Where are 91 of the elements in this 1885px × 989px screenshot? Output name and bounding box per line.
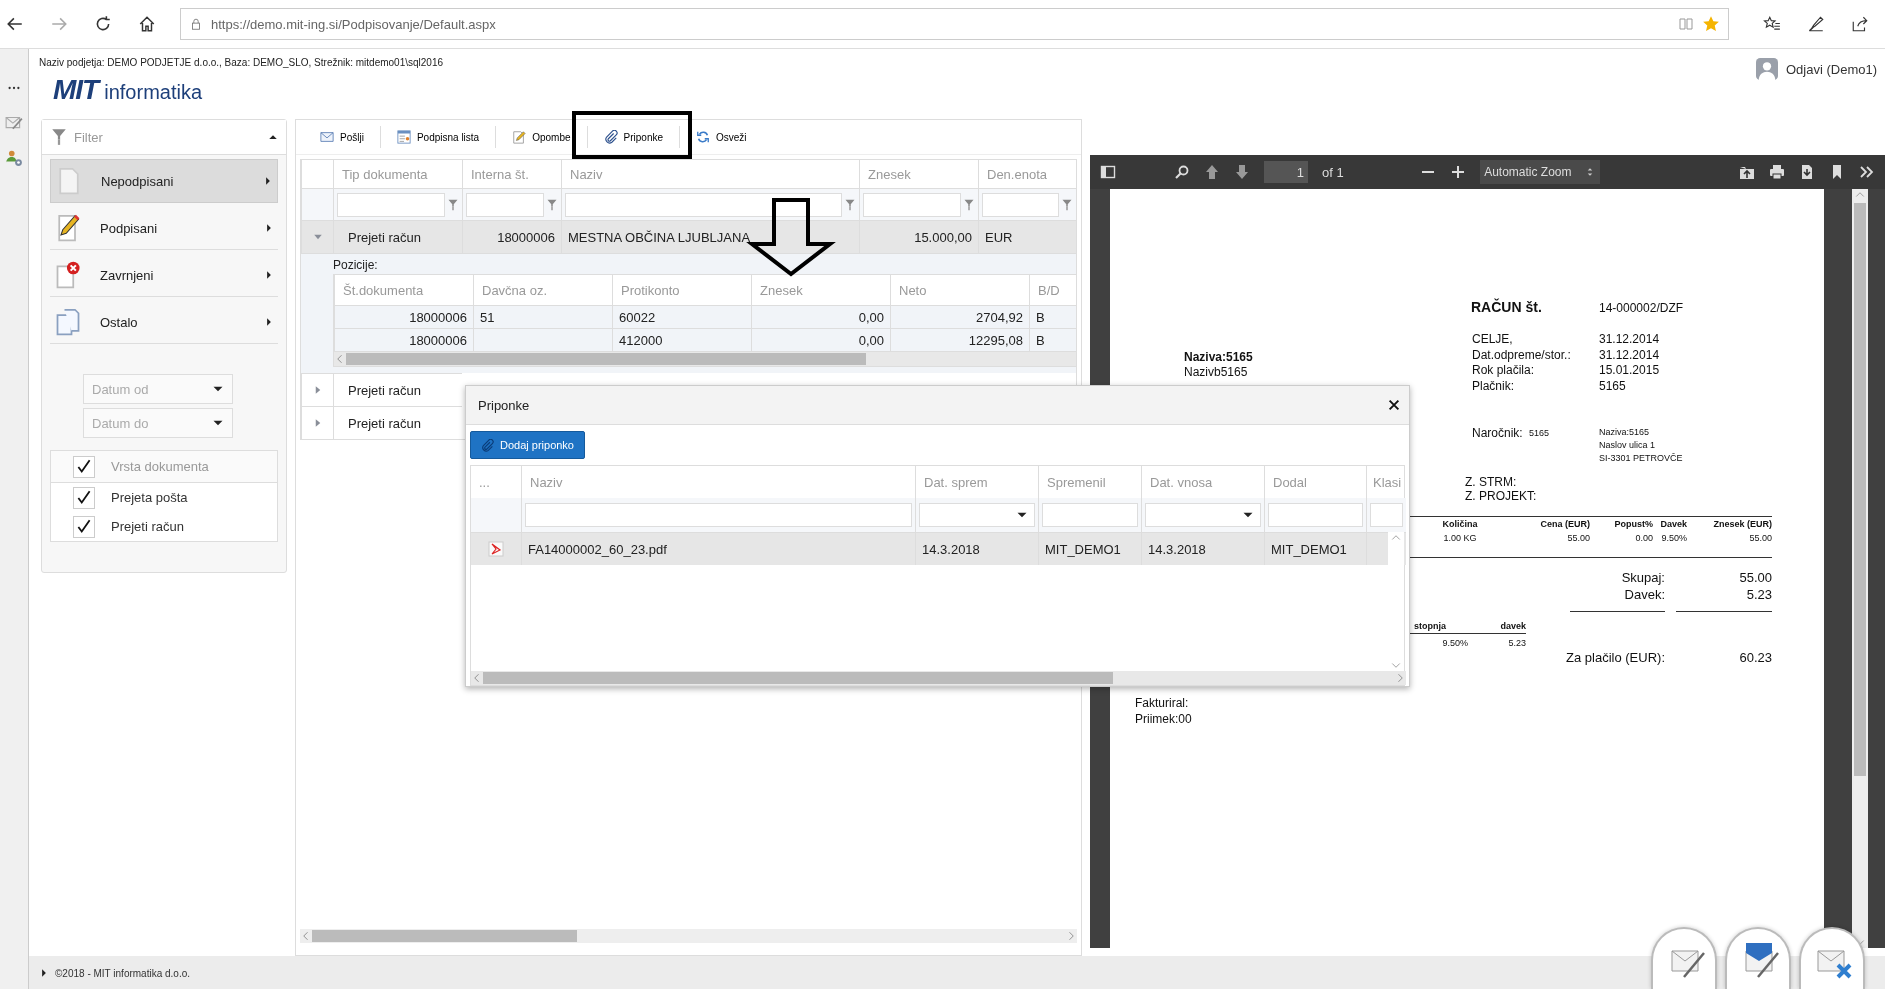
toolbar-button[interactable]: Pošlji [304,126,381,148]
column-header: Vrsta dokumenta [111,459,209,474]
tax-cell-text: 5.23 [1507,638,1526,648]
items-cell-text: 9.50% [1660,533,1687,543]
table-cell: MESTNA OBČINA LJUBLJANA [561,220,859,253]
company-info: Naziv podjetja: DEMO PODJETJE d.o.o., Baza: DEMO_SLO, Strežnik: mitdemo01\sql2016 [39,57,444,68]
filter-item[interactable]: Ostalo [50,301,278,344]
filter-item[interactable]: Podpisani [50,207,278,250]
table-cell: B [1029,305,1076,328]
reference-line: Z. STRM: [1465,475,1517,489]
toolbar-button[interactable]: Podpisna lista [380,126,497,148]
items-header: Cena (EUR) [1539,519,1590,529]
total-label: Davek: [1624,587,1665,602]
items-header: Znesek (EUR) [1712,519,1772,529]
items-header: Davek [1659,519,1687,529]
checkbox-label: Prejeti račun [111,519,184,534]
items-header: Količina [1441,519,1479,529]
table-cell: Prejeti račun [333,406,462,439]
address-bar[interactable]: https://demo.mit-ing.si/Podpisovanje/Default.aspx [180,8,1729,40]
items-header: Popust% [1613,519,1653,529]
customer-label: Naročnik: [1472,426,1523,440]
tax-header: davek [1468,621,1526,634]
table-cell: 15.000,00 [859,220,978,253]
table-cell: MIT_DEMO1 [1264,532,1366,565]
table-cell: MIT_DEMO1 [1038,532,1141,565]
info-value: 5165 [1599,378,1626,393]
buyer-line: Nazivb5165 [1184,365,1248,379]
address-line: Naslov ulica 1 [1599,440,1656,450]
table-cell: 0,00 [751,328,890,351]
info-value: 31.12.2014 [1599,332,1660,346]
payable-value: 60.23 [1739,650,1772,665]
table-cell: Prejeti račun [333,220,462,253]
checkbox-label: Prejeta pošta [111,490,188,505]
table-cell: B [1029,328,1076,351]
items-cell-text: 55.00 [1566,533,1590,543]
tax-cell-text: 9.50% [1441,638,1468,648]
zoom-select[interactable]: Automatic Zoom [1480,160,1601,184]
logo-text: informatika [104,81,203,104]
info-value: 31.12.2014 [1599,347,1660,362]
total-value: 5.23 [1746,587,1772,602]
reference-line: Z. PROJEKT: [1465,489,1537,503]
table-cell: 18000006 [462,220,561,253]
info-label: Rok plačila: [1472,363,1535,377]
table-cell: 2704,92 [890,305,1029,328]
logout-link[interactable]: Odjavi (Demo1) [1785,61,1877,77]
section-label: Pozicije: [333,258,379,274]
items-cell-text: 1.00 KG [1442,533,1478,543]
column-header[interactable]: B/D [1029,275,1076,305]
table-cell: 14.3.2018 [915,532,1038,565]
toolbar-button[interactable]: Priponke [587,126,680,148]
table-cell: 12295,08 [890,328,1029,351]
table-cell: 60022 [612,305,751,328]
logo-mark: MIT [53,76,99,104]
dialog-title: Priponke [478,397,530,413]
date-dropdown[interactable]: Datum od [83,374,233,404]
info-value: 15.01.2015 [1599,363,1660,377]
items-cell-text: 55.00 [1748,533,1772,543]
total-label: Skupaj: [1621,570,1665,585]
page-count: of 1 [1322,164,1344,180]
info-label: Dat.odpreme/stor.: [1472,347,1571,362]
page-number-field[interactable]: 1 [1264,161,1308,183]
toolbar-button[interactable]: Osveži [680,126,763,148]
info-label: Plačnik: [1472,378,1515,393]
total-value: 55.00 [1739,570,1772,585]
signature-line: Priimek:00 [1135,712,1192,726]
table-cell: FA14000002_60_23.pdf [521,532,915,565]
buyer-line: Naziva:5165 [1184,350,1253,364]
copyright: ©2018 - MIT informatika d.o.o. [55,967,191,979]
table-cell: EUR [978,220,1076,253]
address-line: Naziva:5165 [1599,427,1650,437]
filter-title: Filter [74,129,104,145]
payable-label: Za plačilo (EUR): [1566,650,1665,665]
customer-code: 5165 [1529,428,1550,438]
table-cell: 412000 [612,328,751,351]
invoice-title: RAČUN št. [1471,299,1542,315]
add-attachment-button[interactable]: Dodaj priponko [470,431,585,459]
items-cell-text: 0.00 [1634,533,1653,543]
address-line: SI-3301 PETROVČE [1599,453,1683,463]
info-label: CELJE, [1472,332,1513,346]
table-cell: 0,00 [751,305,890,328]
filter-item[interactable]: Zavrnjeni [50,254,278,297]
table-cell: 18000006 [334,305,473,328]
table-cell: Prejeti račun [333,373,462,406]
date-dropdown[interactable]: Datum do [83,408,233,438]
table-cell: 14.3.2018 [1141,532,1264,565]
signature-line: Fakturiral: [1135,696,1189,710]
table-cell: 51 [473,305,612,328]
toolbar-button[interactable]: Opombe [496,126,588,148]
filter-item[interactable]: Nepodpisani [50,159,278,203]
table-cell: 18000006 [334,328,473,351]
invoice-number: 14-000002/DZF [1599,301,1684,315]
